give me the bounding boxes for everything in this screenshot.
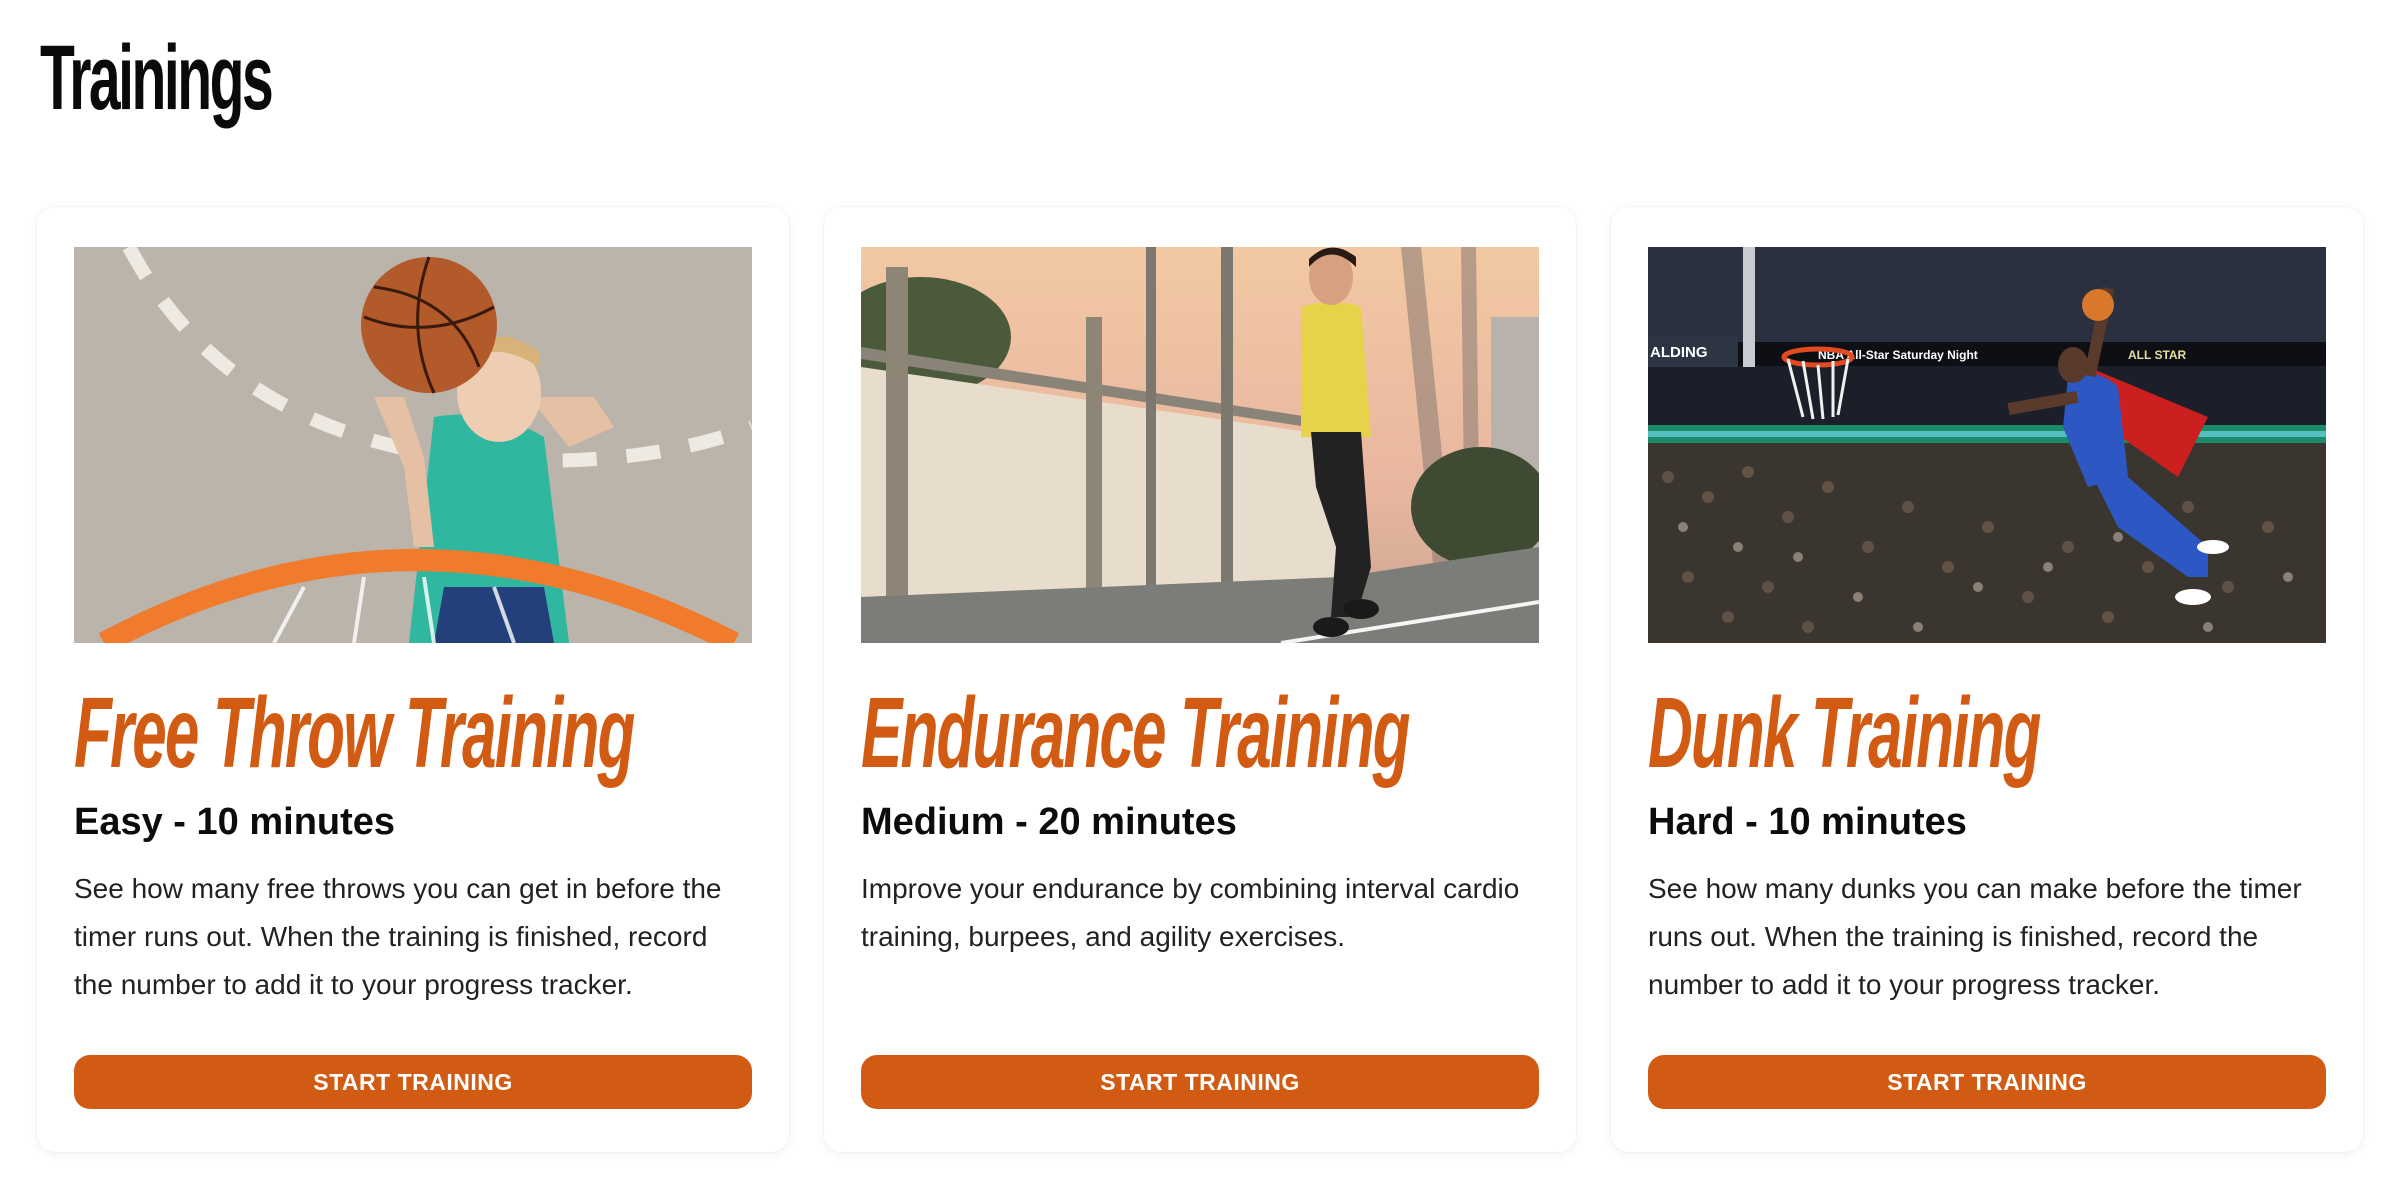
free-throw-image	[74, 247, 752, 643]
training-card-endurance: Endurance Training Medium - 20 minutes I…	[824, 207, 1576, 1152]
start-training-button[interactable]: START TRAINING	[861, 1055, 1539, 1109]
card-title: Dunk Training	[1648, 677, 2041, 789]
training-cards: Free Throw Training Easy - 10 minutes Se…	[37, 207, 2363, 1152]
card-description: Improve your endurance by combining inte…	[861, 873, 1520, 952]
start-training-button[interactable]: START TRAINING	[74, 1055, 752, 1109]
card-description: See how many dunks you can make before t…	[1648, 873, 2302, 1000]
page-title: Trainings	[40, 27, 274, 129]
dunk-image: NBA All-Star Saturday Night ALL STAR ALD…	[1648, 247, 2326, 643]
endurance-photo	[861, 247, 1539, 643]
card-difficulty-duration: Easy - 10 minutes	[74, 801, 396, 843]
free-throw-photo	[74, 247, 752, 643]
dunk-photo: NBA All-Star Saturday Night ALL STAR ALD…	[1648, 247, 2326, 643]
card-description: See how many free throws you can get in …	[74, 873, 722, 1000]
arena-sign-left: ALDING	[1650, 344, 1708, 361]
card-title: Free Throw Training	[74, 677, 635, 789]
endurance-image	[861, 247, 1539, 643]
start-training-button[interactable]: START TRAINING	[1648, 1055, 2326, 1109]
card-difficulty-duration: Hard - 10 minutes	[1648, 801, 1967, 843]
arena-sign-right: ALL STAR	[2128, 348, 2187, 362]
card-title: Endurance Training	[861, 677, 1410, 789]
training-card-free-throw: Free Throw Training Easy - 10 minutes Se…	[37, 207, 789, 1152]
card-difficulty-duration: Medium - 20 minutes	[861, 801, 1237, 843]
training-card-dunk: NBA All-Star Saturday Night ALL STAR ALD…	[1611, 207, 2363, 1152]
